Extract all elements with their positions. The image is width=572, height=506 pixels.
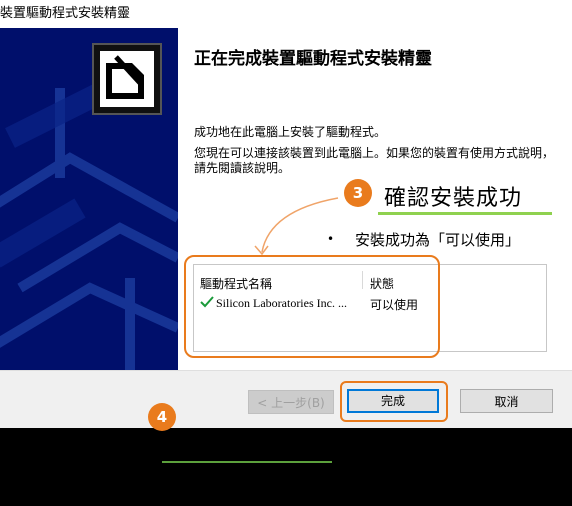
wizard-window: 裝置驅動程式安裝精靈 正在完成裝置驅動程式安裝精靈 成功地在此電腦上安裝了驅動程…	[0, 0, 572, 429]
highlight-finish-button	[340, 381, 448, 422]
bottom-black-band	[0, 428, 572, 506]
highlight-driver-list	[184, 255, 440, 358]
step-4-badge: 4	[148, 403, 176, 431]
back-button[interactable]: < 上一步(B)	[248, 390, 334, 414]
green-underline	[162, 461, 332, 463]
cancel-button[interactable]: 取消	[460, 389, 553, 413]
